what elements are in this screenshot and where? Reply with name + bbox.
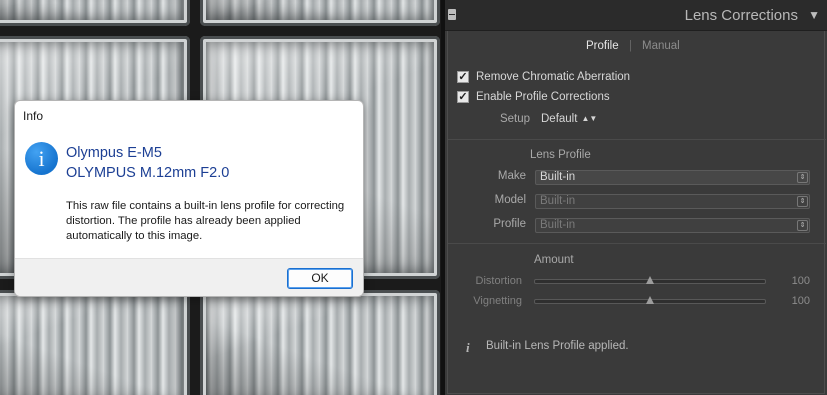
status-text: Built-in Lens Profile applied. [486, 340, 629, 352]
profile-label: Profile [493, 218, 526, 230]
panel-title: Lens Corrections [684, 7, 798, 24]
lens-model: OLYMPUS M.12mm F2.0 [66, 165, 230, 181]
setup-label: Setup [499, 113, 530, 125]
profile-select[interactable]: Built-in ⇕ [535, 218, 810, 233]
distortion-slider-thumb[interactable] [646, 276, 654, 284]
enable-profile-corrections-checkbox[interactable]: ✓ [457, 91, 469, 103]
model-select[interactable]: Built-in ⇕ [535, 194, 810, 209]
camera-model: Olympus E-M5 [66, 145, 162, 161]
panel-header[interactable]: Lens Corrections ▼ [445, 0, 827, 31]
dialog-title: Info [23, 109, 44, 123]
model-label: Model [494, 194, 526, 206]
glass-block [200, 0, 440, 26]
select-arrows-icon: ⇕ [797, 220, 808, 231]
make-select[interactable]: Built-in ⇕ [535, 170, 810, 185]
vignetting-label: Vignetting [473, 295, 522, 307]
profile-value: Built-in [540, 219, 576, 231]
info-dialog: Info i Olympus E-M5 OLYMPUS M.12mm F2.0 … [14, 100, 364, 297]
glass-block [0, 0, 190, 26]
vignetting-slider-thumb[interactable] [646, 296, 654, 304]
vignetting-slider[interactable] [534, 296, 766, 304]
dialog-footer: OK [15, 258, 363, 296]
lens-profile-title: Lens Profile [530, 149, 591, 161]
remove-chromatic-aberration-row[interactable]: ✓ Remove Chromatic Aberration [457, 70, 630, 84]
ok-button[interactable]: OK [287, 268, 353, 289]
distortion-label: Distortion [475, 275, 522, 287]
vignetting-value[interactable]: 100 [792, 295, 810, 307]
panel-body: Profile | Manual ✓ Remove Chromatic Aber… [447, 31, 826, 394]
remove-chromatic-aberration-checkbox[interactable]: ✓ [457, 71, 469, 83]
tab-profile[interactable]: Profile [586, 40, 619, 52]
select-arrows-icon: ⇕ [797, 196, 808, 207]
checkbox-label: Remove Chromatic Aberration [476, 71, 631, 83]
collapse-triangle-icon[interactable]: ▼ [808, 8, 820, 22]
make-label: Make [497, 170, 526, 182]
checkbox-label: Enable Profile Corrections [476, 91, 610, 103]
updown-arrows-icon: ▲▼ [581, 114, 598, 123]
select-arrows-icon: ⇕ [797, 172, 808, 183]
info-icon: i [466, 340, 470, 355]
dialog-titlebar[interactable]: Info [15, 101, 363, 131]
distortion-value[interactable]: 100 [792, 275, 810, 287]
dialog-message: This raw file contains a built-in lens p… [66, 200, 345, 242]
setup-value: Default [541, 113, 578, 125]
glass-block [200, 290, 440, 395]
tab-separator: | [629, 40, 632, 52]
enable-profile-corrections-row[interactable]: ✓ Enable Profile Corrections [457, 90, 610, 104]
make-value: Built-in [540, 171, 576, 183]
tab-manual[interactable]: Manual [642, 40, 680, 52]
panel-toggle-icon[interactable] [448, 9, 456, 20]
amount-title: Amount [534, 254, 574, 266]
model-value: Built-in [540, 195, 576, 207]
section-divider [448, 243, 826, 244]
info-icon: i [25, 142, 58, 175]
distortion-slider[interactable] [534, 276, 766, 284]
setup-dropdown[interactable]: Default ▲▼ [541, 113, 597, 125]
section-divider [448, 139, 826, 140]
glass-block [0, 290, 190, 395]
lens-corrections-panel: Lens Corrections ▼ Profile | Manual ✓ Re… [445, 0, 827, 395]
